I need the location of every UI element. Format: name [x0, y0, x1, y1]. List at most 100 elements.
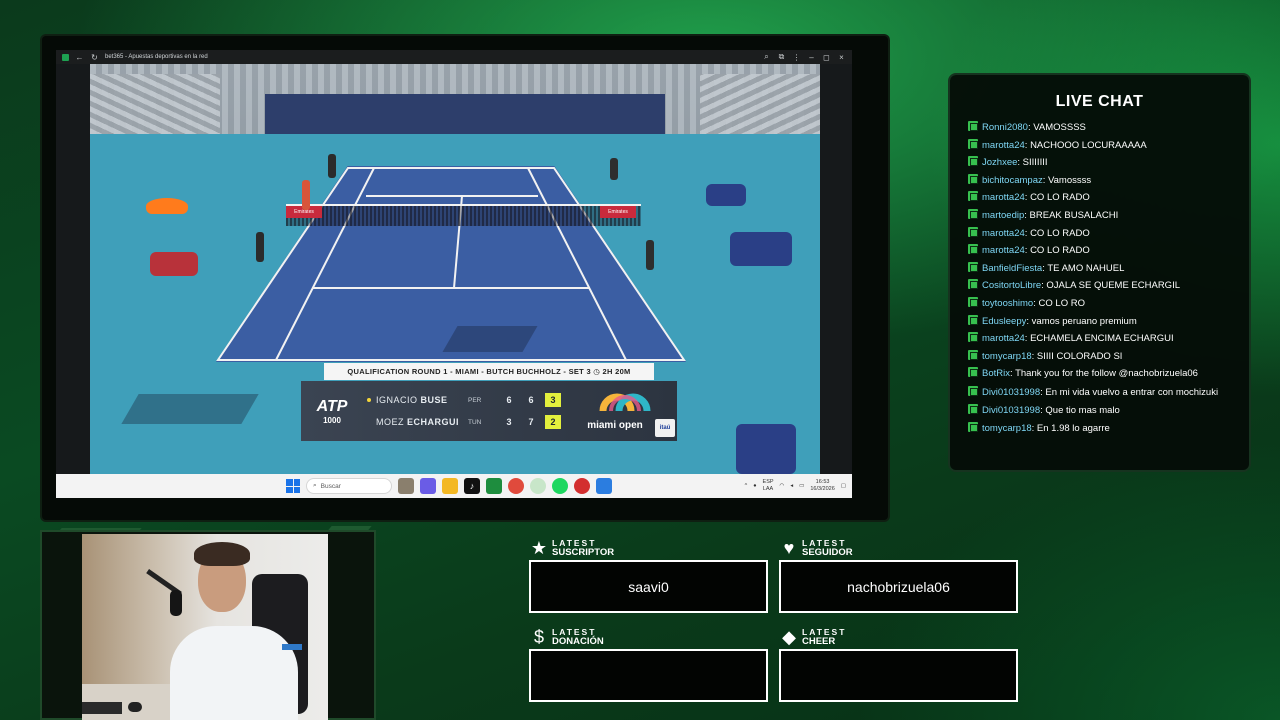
- chat-username[interactable]: tomycarp18: [982, 351, 1032, 362]
- chat-text: Vamossss: [1048, 174, 1092, 186]
- tiktok-icon[interactable]: ♪: [464, 478, 480, 494]
- zoom-icon[interactable]: ⌕: [762, 52, 771, 62]
- itau-badge: itaú: [655, 419, 675, 437]
- chat-username[interactable]: tomycarp18: [982, 423, 1032, 434]
- chat-message: Ronni2080: VAMOSSSS: [968, 119, 1231, 137]
- court-lines: [216, 167, 686, 361]
- alert-labels: LATEST SUSCRIPTOR: [552, 539, 615, 558]
- volume-icon[interactable]: ◂: [790, 483, 793, 489]
- obs-icon[interactable]: [574, 478, 590, 494]
- chat-username[interactable]: marotta24: [982, 333, 1025, 344]
- kick-badge-icon: [968, 279, 978, 290]
- kick-badge-icon: [968, 208, 978, 219]
- back-arrow-icon[interactable]: ←: [75, 53, 84, 62]
- chat-username[interactable]: Jozhxee: [982, 157, 1017, 168]
- notifications-icon[interactable]: ▢: [841, 483, 846, 489]
- court-tarp: [730, 232, 792, 266]
- miami-open-logo-icon: [599, 393, 651, 412]
- chat-text: CO LO RADO: [1030, 227, 1090, 239]
- bet365-app-icon[interactable]: [486, 478, 502, 494]
- menu-icon[interactable]: ⋮: [792, 53, 801, 62]
- latest-cheer-widget: ◆ LATEST CHEER: [779, 627, 1019, 702]
- alert-labels: LATEST CHEER: [802, 628, 846, 647]
- chat-message: bichitocampaz: Vamossss: [968, 172, 1231, 190]
- reload-icon[interactable]: ↻: [90, 53, 99, 62]
- copilot-icon[interactable]: [420, 478, 436, 494]
- taskbar-search[interactable]: ⌕ Buscar: [306, 478, 392, 494]
- microphone: [170, 590, 182, 616]
- alert-type-label: SEGUIDOR: [802, 547, 853, 558]
- court-shadow: [442, 326, 538, 352]
- chat-text: CO LO RADO: [1030, 245, 1090, 257]
- chat-text: SIIII COLORADO SI: [1036, 350, 1123, 362]
- set-score: 7: [528, 417, 534, 427]
- file-explorer-icon[interactable]: [442, 478, 458, 494]
- chat-username[interactable]: BotRix: [982, 368, 1010, 379]
- chat-username[interactable]: CositortoLibre: [982, 280, 1041, 291]
- alert-type-label: SUSCRIPTOR: [552, 547, 615, 558]
- chat-username[interactable]: Divi01031998: [982, 405, 1040, 416]
- video-player[interactable]: Emirates Emirates QUALIFICATION ROUND 1 …: [56, 64, 852, 474]
- keyboard: [82, 702, 122, 714]
- live-chat-panel: LIVE CHAT Ronni2080: VAMOSSSS marotta24: …: [950, 75, 1249, 470]
- player-row: MOEZ ECHARGUI TUN 3 7 2: [367, 415, 573, 429]
- heart-icon: ♥: [783, 538, 795, 558]
- chat-username[interactable]: martoedip: [982, 210, 1024, 221]
- microphone-icon[interactable]: ●: [753, 483, 756, 489]
- chat-username[interactable]: Edusleepy: [982, 316, 1026, 327]
- chat-text: ECHAMELA ENCIMA ECHARGUI: [1030, 333, 1174, 345]
- tennis-broadcast: Emirates Emirates QUALIFICATION ROUND 1 …: [90, 64, 820, 474]
- chat-username[interactable]: bichitocampaz: [982, 175, 1043, 186]
- chat-message: marotta24: ECHAMELA ENCIMA ECHARGUI: [968, 330, 1231, 348]
- chat-message: Divi01031998: Que tio mas malo: [968, 402, 1231, 420]
- windows-taskbar: ⌕ Buscar ♪ ^ ● ESP LAA ◠ ◂ ▭ 16:53 16/3/2…: [56, 474, 852, 498]
- extensions-icon[interactable]: ⧉: [777, 52, 786, 62]
- whatsapp-icon[interactable]: [530, 478, 546, 494]
- alert-labels: LATEST DONACIÓN: [552, 628, 604, 647]
- spotify-icon[interactable]: [552, 478, 568, 494]
- chat-message: marotta24: CO LO RADO: [968, 225, 1231, 243]
- widgets-icon[interactable]: [398, 478, 414, 494]
- chat-username[interactable]: marotta24: [982, 228, 1025, 239]
- kick-badge-icon: [968, 367, 978, 378]
- court-back-wall: [265, 94, 665, 134]
- chat-message: BanfieldFiesta: TE AMO NAHUEL: [968, 260, 1231, 278]
- round-banner: QUALIFICATION ROUND 1 - MIAMI - BUTCH BU…: [324, 363, 654, 380]
- chat-message: toytooshimo: CO LO RO: [968, 295, 1231, 313]
- photos-icon[interactable]: [596, 478, 612, 494]
- taskbar-apps: ⌕ Buscar ♪: [286, 474, 612, 498]
- alert-type-label: DONACIÓN: [552, 636, 604, 647]
- court-tarp: [706, 184, 746, 206]
- chrome-icon[interactable]: [508, 478, 524, 494]
- maximize-button[interactable]: ◻: [822, 53, 831, 62]
- serving-indicator-icon: [367, 398, 371, 402]
- chat-username[interactable]: marotta24: [982, 140, 1025, 151]
- latest-follower-value: nachobrizuela06: [779, 560, 1018, 613]
- clock-date: 16/3/2026: [810, 486, 835, 492]
- minimize-button[interactable]: –: [807, 53, 816, 62]
- chat-username[interactable]: marotta24: [982, 245, 1025, 256]
- chat-username[interactable]: Divi01031998: [982, 387, 1040, 398]
- diamond-icon: ◆: [782, 627, 796, 647]
- chat-text: Que tio mas malo: [1045, 404, 1120, 416]
- atp-logo-text: ATP: [316, 397, 348, 415]
- tray-overflow-icon[interactable]: ^: [745, 483, 748, 489]
- chat-username[interactable]: toytooshimo: [982, 298, 1033, 309]
- close-button[interactable]: ×: [837, 53, 846, 62]
- set-score: 6: [528, 395, 534, 405]
- clock[interactable]: 16:53 16/3/2026: [810, 479, 834, 493]
- wifi-icon[interactable]: ◠: [780, 483, 785, 489]
- windows-start-icon[interactable]: [286, 479, 300, 493]
- webcam-feed: [82, 534, 328, 720]
- line-judge-figure: [256, 232, 264, 262]
- chat-message-list: Ronni2080: VAMOSSSS marotta24: NACHOOO LO…: [968, 119, 1231, 437]
- language-indicator[interactable]: ESP LAA: [763, 479, 774, 493]
- player-row: IGNACIO BUSE PER 6 6 3: [367, 393, 573, 407]
- browser-toolbar: ← ↻ bet365 - Apuestas deportivas en la r…: [56, 50, 852, 64]
- chat-text: En mi vida vuelvo a entrar con mochizuki: [1045, 386, 1219, 398]
- chat-username[interactable]: Ronni2080: [982, 122, 1028, 133]
- chat-username[interactable]: BanfieldFiesta: [982, 263, 1042, 274]
- chat-username[interactable]: marotta24: [982, 192, 1025, 203]
- chat-message: CositortoLibre: OJALA SE QUEME ECHARGIL: [968, 277, 1231, 295]
- battery-icon[interactable]: ▭: [799, 483, 804, 489]
